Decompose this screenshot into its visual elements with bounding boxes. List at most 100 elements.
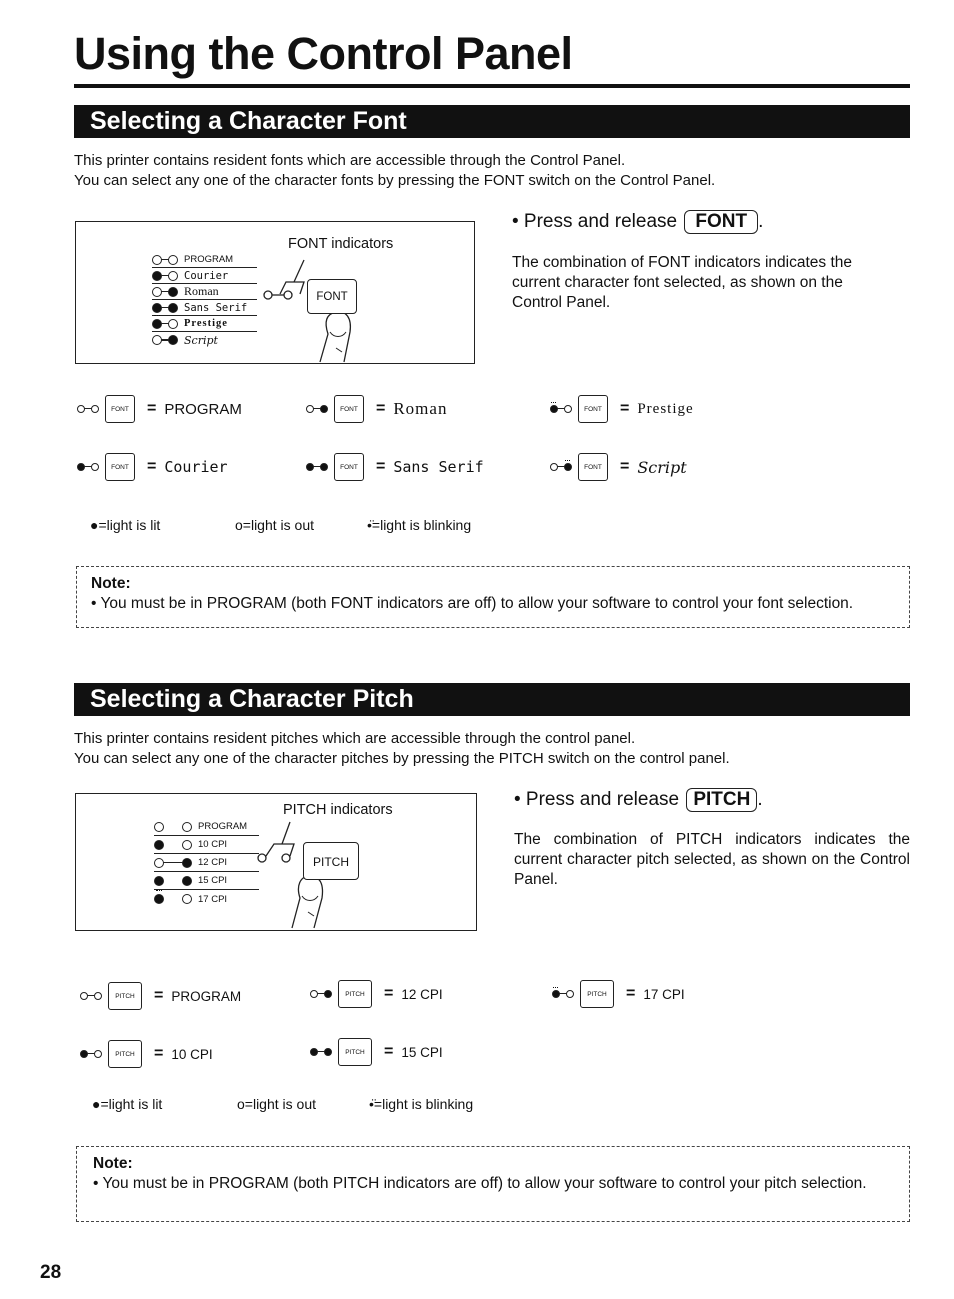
font-intro-line-2: You can select any one of the character … [74,172,716,189]
combo-value: 15 CPI [401,1044,443,1060]
combo-value: Script [637,457,687,477]
pitch-combo-12cpi: PITCH = 12 CPI [310,979,443,1009]
font-legend: ●=light is lit o=light is out •̈=light i… [90,517,471,533]
combo-value: PROGRAM [171,988,242,1004]
font-section-heading: Selecting a Character Font [74,105,910,138]
mini-pitch-key: PITCH [108,1040,142,1068]
indicator-row-script: Script [152,331,257,348]
press-prefix: • Press and release [514,789,680,810]
note-text: • You must be in PROGRAM (both FONT indi… [91,595,854,612]
combo-value: 12 CPI [401,986,443,1002]
indicator-label: Roman [184,284,219,298]
pitch-combo-15cpi: PITCH = 15 CPI [310,1037,443,1067]
font-press-instruction: • Press and release FONT. [512,210,763,234]
equals-sign: = [384,985,394,1002]
font-control-panel-illustration: FONT indicators PROGRAM Courier Roman Sa… [75,221,475,364]
led-pair-icon [152,302,178,313]
equals-sign: = [384,1043,394,1060]
mini-led-pair-icon [552,987,574,998]
indicator-row-courier: Courier [152,268,257,284]
led-pair-icon [152,286,178,297]
equals-sign: = [147,400,157,417]
font-key-illustration: FONT [307,279,357,314]
mini-led-pair-icon [310,1048,332,1056]
legend-out: o=light is out [235,517,314,533]
indicator-row-17cpi: 17 CPI [154,890,259,908]
pitch-combo-10cpi: PITCH = 10 CPI [80,1039,213,1069]
pitch-note-box: Note: • You must be in PROGRAM (both PIT… [76,1146,910,1222]
indicator-label: 10 CPI [198,839,228,850]
font-intro-line-1: This printer contains resident fonts whi… [74,152,626,169]
combo-value: Prestige [637,400,694,417]
font-indicator-list: PROGRAM Courier Roman Sans Serif Prestig… [152,252,257,348]
mini-led-pair-icon [550,402,572,413]
indicator-row-10cpi: 10 CPI [154,836,259,854]
equals-sign: = [376,458,386,475]
indicator-label: 17 CPI [198,893,228,905]
pitch-legend: ●=light is lit o=light is out •̈=light i… [92,1096,473,1112]
page-number: 28 [40,1262,62,1283]
indicator-row-program: PROGRAM [152,252,257,268]
press-suffix: . [757,789,763,810]
font-combo-sans-serif: FONT = Sans Serif [306,452,484,482]
legend-blinking-wrap: •̈=light is blinking [369,1096,473,1112]
mini-pitch-key: PITCH [108,982,142,1010]
indicator-label: PROGRAM [198,821,248,832]
font-combo-roman: FONT = Roman [306,394,447,424]
pitch-section-heading: Selecting a Character Pitch [74,683,910,716]
mini-font-key: FONT [578,453,608,481]
indicator-row-12cpi: 12 CPI [154,854,259,872]
mini-led-pair-icon [310,990,332,998]
note-title: Note: [91,575,131,592]
combo-value: Sans Serif [393,458,484,476]
mini-font-key: FONT [105,453,135,481]
combo-value: Roman [393,399,448,418]
legend-blinking: =light is blinking [371,517,472,533]
equals-sign: = [154,1045,164,1062]
led-pair-icon [152,254,178,265]
font-key-pill: FONT [684,210,759,234]
pitch-combo-17cpi: PITCH = 17 CPI [552,979,685,1009]
led-pair-icon [152,270,178,281]
led-pair-icon [154,839,192,850]
font-indicators-label: FONT indicators [288,236,394,252]
pitch-description: The combination of PITCH indicators indi… [514,831,910,888]
font-description: The combination of FONT indicators indic… [512,254,853,311]
legend-out: o=light is out [237,1096,316,1112]
note-title: Note: [93,1155,133,1172]
indicator-label: PROGRAM [184,254,234,265]
equals-sign: = [626,985,636,1002]
mini-led-pair-icon [306,463,328,471]
title-rule [74,84,910,88]
indicator-label: 12 CPI [198,857,228,868]
legend-lit: ●=light is lit [92,1096,163,1112]
pitch-control-panel-illustration: PITCH indicators PROGRAM 10 CPI 12 CPI 1… [75,793,477,931]
indicator-label: Sans Serif [184,301,248,314]
led-pair-icon [152,331,178,345]
led-pair-icon [154,890,192,904]
page-title: Using the Control Panel [74,28,573,79]
note-text: • You must be in PROGRAM (both PITCH ind… [93,1175,867,1192]
equals-sign: = [620,400,630,417]
pitch-intro-line-1: This printer contains resident pitches w… [74,730,636,747]
indicator-row-15cpi: 15 CPI [154,872,259,890]
pitch-press-instruction: • Press and release PITCH. [514,788,763,812]
mini-led-pair-icon [80,1050,102,1058]
mini-pitch-key: PITCH [338,1038,372,1066]
combo-value: 17 CPI [643,986,685,1002]
indicator-label: 15 CPI [198,875,228,886]
legend-blinking: =light is blinking [373,1096,474,1112]
mini-led-pair-icon [77,463,99,471]
led-pair-icon [154,857,192,868]
mini-led-pair-icon [306,405,328,413]
equals-sign: = [147,458,157,475]
font-note-box: Note: • You must be in PROGRAM (both FON… [76,566,910,628]
pitch-indicators-label: PITCH indicators [283,802,393,818]
press-prefix: • Press and release [512,211,678,232]
legend-blinking-wrap: •̈=light is blinking [367,517,471,533]
combo-value: Courier [164,458,228,476]
indicator-label: Courier [184,269,229,282]
combo-value: PROGRAM [164,400,242,418]
indicator-label: Prestige [184,318,228,329]
indicator-row-program: PROGRAM [154,818,259,836]
